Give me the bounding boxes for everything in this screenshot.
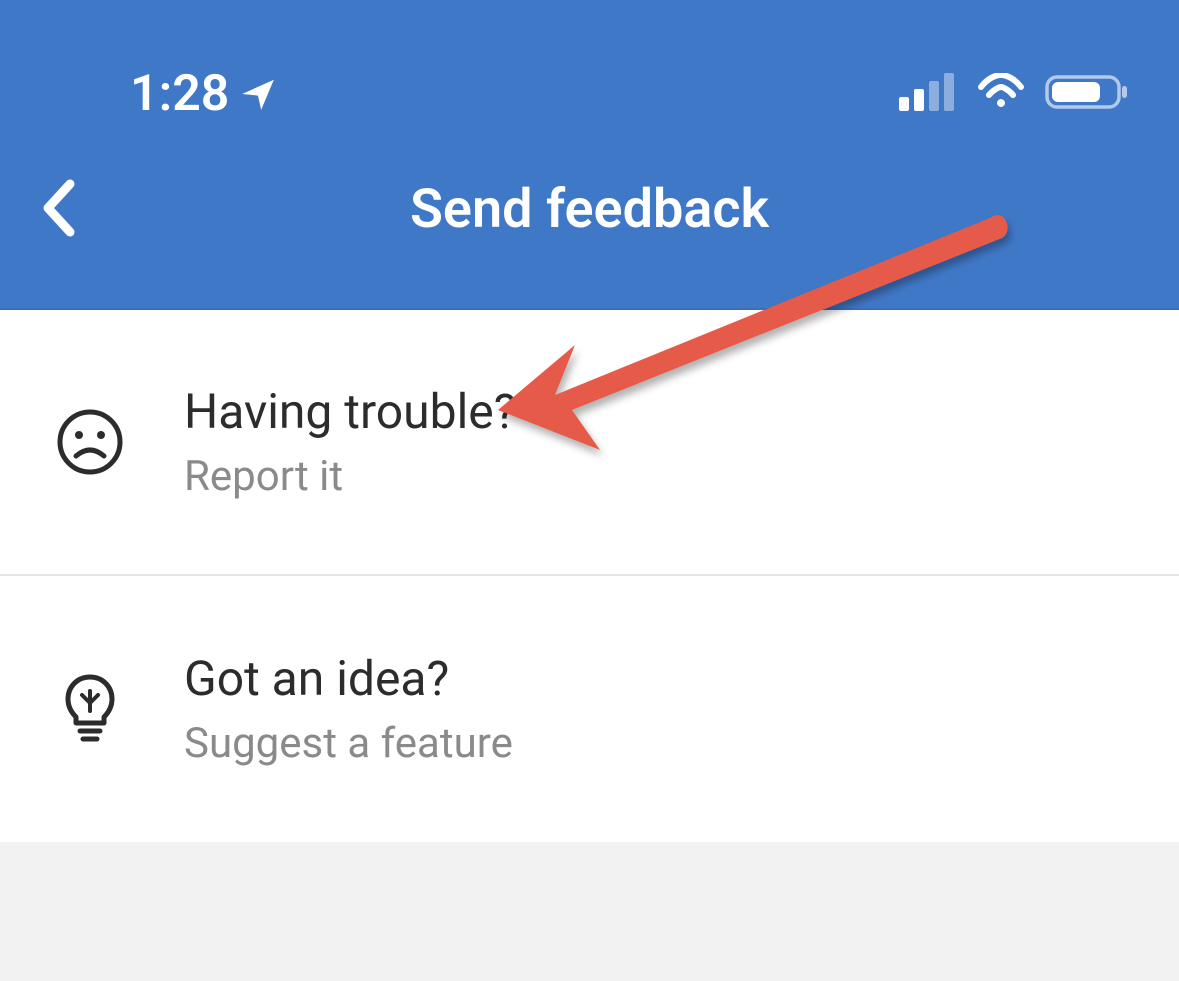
option-title: Having trouble? [184, 383, 516, 440]
cellular-signal-icon [899, 73, 957, 115]
option-suggest-feature[interactable]: Got an idea? Suggest a feature [0, 576, 1179, 842]
option-text: Having trouble? Report it [184, 383, 516, 501]
lightbulb-icon [56, 673, 124, 745]
back-button[interactable] [40, 176, 78, 244]
status-bar: 1:28 [0, 0, 1179, 123]
option-subtitle: Suggest a feature [184, 719, 513, 768]
sad-face-icon [56, 408, 124, 476]
location-services-icon [239, 75, 277, 113]
status-bar-right [899, 73, 1129, 115]
content-area: Having trouble? Report it Got an idea? S… [0, 310, 1179, 842]
nav-bar: Send feedback [0, 123, 1179, 241]
status-bar-left: 1:28 [130, 65, 277, 123]
wifi-icon [975, 73, 1027, 115]
status-time: 1:28 [130, 65, 229, 123]
option-report-trouble[interactable]: Having trouble? Report it [0, 310, 1179, 576]
option-subtitle: Report it [184, 452, 516, 501]
page-title: Send feedback [40, 178, 1139, 241]
battery-icon [1045, 73, 1129, 115]
header: 1:28 [0, 0, 1179, 310]
option-text: Got an idea? Suggest a feature [184, 650, 513, 768]
option-title: Got an idea? [184, 650, 513, 707]
